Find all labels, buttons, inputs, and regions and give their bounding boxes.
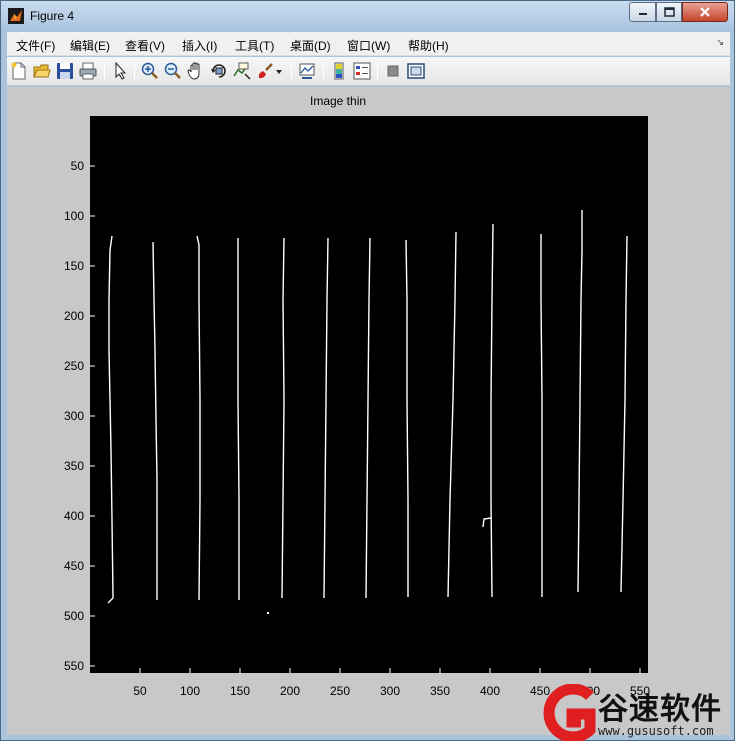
- image-area: [90, 116, 648, 673]
- watermark-brand: 谷速软件: [598, 692, 722, 727]
- noise-dot: [267, 612, 269, 614]
- image-axes: [90, 116, 648, 673]
- watermark-g-logo: [543, 683, 596, 741]
- watermark-url: www.gususoft.com: [598, 724, 714, 738]
